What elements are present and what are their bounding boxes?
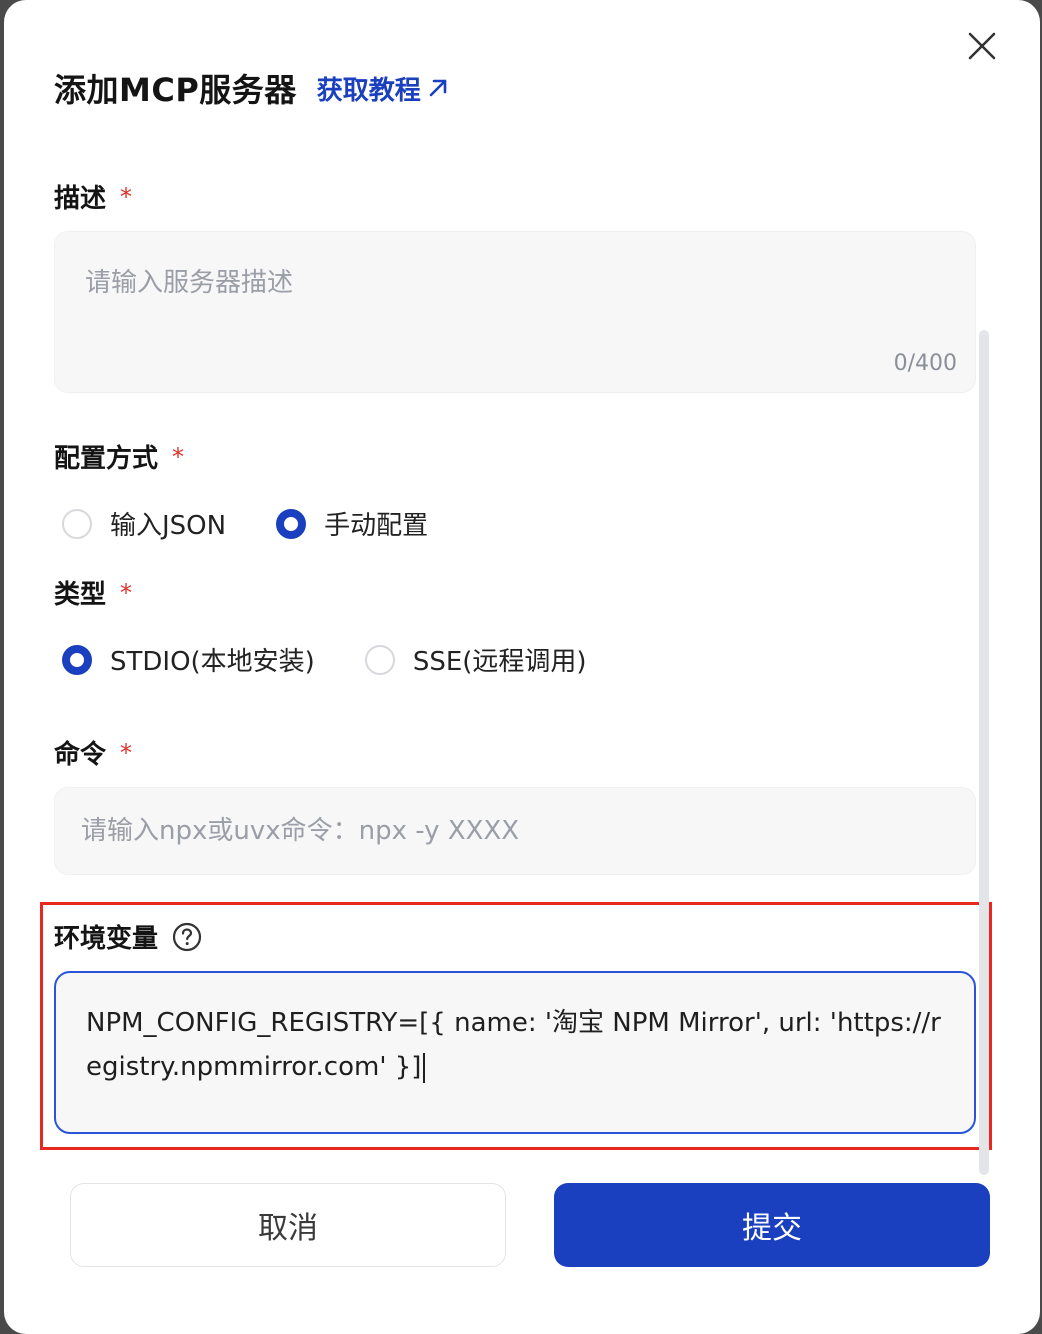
external-link-icon bbox=[429, 79, 447, 97]
command-field[interactable] bbox=[54, 787, 976, 875]
radio-label: STDIO(本地安装) bbox=[110, 647, 315, 677]
radio-option-stdio[interactable]: STDIO(本地安装) bbox=[62, 641, 315, 678]
config-method-radio-group: 输入JSON 手动配置 bbox=[62, 505, 478, 542]
description-label-text: 描述 bbox=[54, 184, 107, 214]
submit-button-label: 提交 bbox=[742, 1211, 802, 1246]
cancel-button[interactable]: 取消 bbox=[70, 1183, 506, 1267]
radio-label: SSE(远程调用) bbox=[412, 647, 587, 677]
radio-label: 手动配置 bbox=[324, 511, 429, 541]
radio-option-input-json[interactable]: 输入JSON bbox=[62, 505, 226, 542]
submit-button[interactable]: 提交 bbox=[554, 1183, 990, 1267]
radio-checked-icon[interactable] bbox=[276, 508, 307, 539]
text-caret bbox=[423, 1052, 426, 1083]
command-label-text: 命令 bbox=[54, 740, 107, 770]
env-variables-value: NPM_CONFIG_REGISTRY=[{ name: '淘宝 NPM Mir… bbox=[86, 1008, 941, 1082]
config-method-label: 配置方式 * bbox=[54, 438, 184, 475]
add-mcp-server-dialog: 添加MCP服务器 获取教程 描述 * 0/400 配置方式 * 输入JSON 手… bbox=[4, 0, 1040, 1334]
env-label: 环境变量 bbox=[54, 918, 202, 955]
description-label: 描述 * bbox=[54, 178, 132, 215]
radio-checked-icon[interactable] bbox=[62, 644, 92, 675]
env-variables-field[interactable]: NPM_CONFIG_REGISTRY=[{ name: '淘宝 NPM Mir… bbox=[54, 971, 976, 1134]
radio-unchecked-icon[interactable] bbox=[62, 508, 92, 539]
type-radio-group: STDIO(本地安装) SSE(远程调用) bbox=[62, 641, 637, 678]
required-mark: * bbox=[172, 442, 185, 471]
dialog-title: 添加MCP服务器 bbox=[54, 71, 297, 109]
required-mark: * bbox=[120, 738, 133, 767]
radio-label: 输入JSON bbox=[110, 511, 227, 541]
help-circle-icon[interactable] bbox=[172, 922, 202, 952]
required-mark: * bbox=[120, 578, 133, 607]
close-icon bbox=[968, 32, 996, 60]
dialog-header: 添加MCP服务器 获取教程 bbox=[54, 64, 449, 112]
type-label-text: 类型 bbox=[54, 580, 107, 610]
radio-option-sse[interactable]: SSE(远程调用) bbox=[364, 641, 587, 678]
description-textarea[interactable] bbox=[55, 232, 975, 392]
cancel-button-label: 取消 bbox=[258, 1211, 318, 1246]
description-field[interactable]: 0/400 bbox=[54, 231, 976, 393]
radio-option-manual-config[interactable]: 手动配置 bbox=[276, 505, 428, 542]
config-method-label-text: 配置方式 bbox=[54, 444, 159, 474]
type-label: 类型 * bbox=[54, 574, 132, 611]
scrollbar[interactable] bbox=[979, 330, 989, 1175]
command-label: 命令 * bbox=[54, 734, 132, 771]
command-input[interactable] bbox=[55, 788, 975, 874]
env-variables-textarea[interactable]: NPM_CONFIG_REGISTRY=[{ name: '淘宝 NPM Mir… bbox=[86, 1001, 944, 1089]
required-mark: * bbox=[120, 182, 133, 211]
env-label-text: 环境变量 bbox=[54, 924, 159, 954]
tutorial-link-label: 获取教程 bbox=[316, 75, 421, 106]
close-button[interactable] bbox=[966, 30, 998, 62]
char-counter: 0/400 bbox=[893, 351, 957, 376]
tutorial-link[interactable]: 获取教程 bbox=[317, 70, 449, 107]
radio-unchecked-icon[interactable] bbox=[364, 644, 395, 675]
